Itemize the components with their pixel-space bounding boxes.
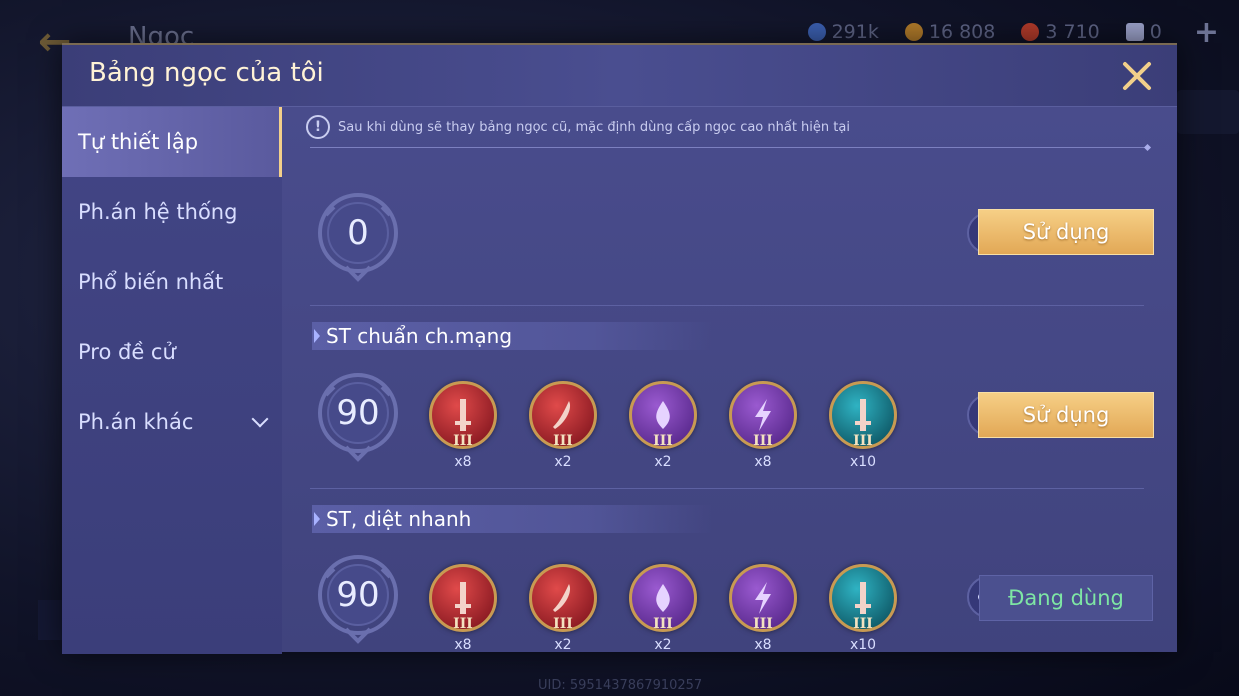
gem-tier: III	[753, 433, 773, 449]
chevron-down-icon	[251, 410, 269, 428]
close-icon[interactable]	[1119, 57, 1155, 93]
voucher-icon	[1125, 23, 1144, 41]
gem-count: x2	[654, 454, 672, 470]
currency-value: 0	[1149, 21, 1162, 43]
use-button[interactable]: Sử dụng	[978, 392, 1154, 438]
currency-gold: 16 808	[904, 21, 996, 43]
gem-tier: III	[753, 616, 773, 632]
gem-count: x8	[754, 454, 772, 470]
gem-tier: III	[453, 616, 473, 632]
notice: ! Sau khi dùng sẽ thay bảng ngọc cũ, mặc…	[306, 115, 850, 139]
currency-value: 291k	[831, 21, 879, 43]
gem-tier: III	[653, 433, 673, 449]
gem-slot[interactable]: III x8	[429, 564, 497, 654]
gem-count: x8	[754, 637, 772, 653]
gem-slot[interactable]: III x8	[729, 381, 797, 471]
gem-slot[interactable]: III x8	[429, 381, 497, 471]
sidebar-item-label: Ph.án khác	[78, 410, 194, 434]
level-badge: 90	[314, 373, 402, 462]
gem-slot[interactable]: III x10	[829, 564, 897, 654]
currency-value: 16 808	[928, 21, 996, 43]
currency-ruby: 3 710	[1021, 21, 1100, 43]
background-panel	[1177, 90, 1239, 134]
currency-voucher: 0	[1125, 21, 1162, 43]
gem-count: x10	[849, 637, 877, 653]
in-use-status: Đang dùng	[979, 575, 1153, 621]
sidebar-item-custom[interactable]: Tự thiết lập	[62, 107, 282, 177]
gem-tier: III	[853, 433, 873, 449]
info-icon: !	[306, 115, 330, 139]
level-value: 90	[336, 575, 380, 615]
uid-label: UID: 5951437867910257	[538, 678, 703, 693]
level-badge: 0	[314, 193, 402, 283]
ruby-icon	[1021, 23, 1040, 41]
gem-count: x8	[454, 637, 472, 653]
gem-set-list: ! Sau khi dùng sẽ thay bảng ngọc cũ, mặc…	[282, 107, 1177, 654]
sidebar-item-label: Phổ biến nhất	[78, 270, 224, 294]
gem-slot[interactable]: III x8	[729, 564, 797, 654]
currency-gems: 291k	[807, 21, 879, 43]
modal-header: Bảng ngọc của tôi	[62, 45, 1177, 107]
gem-count: x2	[654, 637, 672, 653]
sidebar-item-label: Tự thiết lập	[78, 130, 199, 154]
gem-slot[interactable]: III x2	[529, 564, 597, 654]
sidebar-item-label: Pro đề cử	[78, 340, 176, 364]
gem-tier: III	[553, 433, 573, 449]
currency-bar: 291k 16 808 3 710 0 +	[807, 15, 1219, 50]
gem-count: x10	[849, 454, 877, 470]
gem-board-modal: Bảng ngọc của tôi Tự thiết lập Ph.án hệ …	[62, 43, 1177, 654]
gem-tier: III	[453, 433, 473, 449]
level-value: 90	[336, 393, 380, 433]
sidebar-item-pro[interactable]: Pro đề cử	[62, 317, 282, 387]
sidebar-item-system[interactable]: Ph.án hệ thống	[62, 177, 282, 247]
modal-title: Bảng ngọc của tôi	[89, 58, 324, 88]
level-badge: 90	[314, 555, 402, 644]
sidebar-item-other[interactable]: Ph.án khác	[62, 387, 282, 457]
sidebar: Tự thiết lập Ph.án hệ thống Phổ biến nhấ…	[62, 107, 282, 654]
gem-slot[interactable]: III x2	[529, 381, 597, 471]
use-button-label: Sử dụng	[1022, 220, 1110, 244]
gem-count: x2	[554, 637, 572, 653]
currency-value: 3 710	[1045, 21, 1100, 43]
gem-tier: III	[653, 616, 673, 632]
set-name-header: ST chuẩn ch.mạng	[312, 322, 712, 350]
gem-slot[interactable]: III x10	[829, 381, 897, 471]
gem-currency-icon	[807, 23, 826, 41]
gem-tier: III	[553, 616, 573, 632]
set-name: ST, diệt nhanh	[326, 507, 472, 531]
gold-coin-icon	[904, 23, 923, 41]
gem-tier: III	[853, 616, 873, 632]
use-button[interactable]: Sử dụng	[978, 209, 1154, 255]
gem-slot[interactable]: III x2	[629, 381, 697, 471]
gem-count: x2	[554, 454, 572, 470]
set-name-header: ST, diệt nhanh	[312, 505, 712, 533]
level-value: 0	[347, 213, 369, 253]
background-panel	[38, 600, 62, 640]
set-name: ST chuẩn ch.mạng	[326, 324, 513, 348]
use-button-label: Sử dụng	[1022, 403, 1110, 427]
divider	[310, 488, 1144, 489]
sidebar-item-label: Ph.án hệ thống	[78, 200, 238, 224]
gem-slot[interactable]: III x2	[629, 564, 697, 654]
divider	[310, 147, 1148, 148]
add-currency-icon[interactable]: +	[1194, 15, 1219, 50]
in-use-label: Đang dùng	[1008, 586, 1124, 610]
gem-count: x8	[454, 454, 472, 470]
notice-text: Sau khi dùng sẽ thay bảng ngọc cũ, mặc đ…	[338, 119, 850, 135]
divider	[310, 305, 1144, 306]
sidebar-item-popular[interactable]: Phổ biến nhất	[62, 247, 282, 317]
